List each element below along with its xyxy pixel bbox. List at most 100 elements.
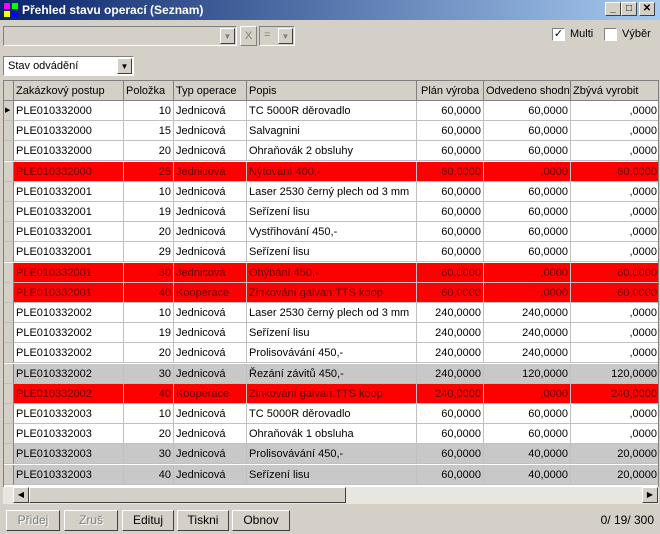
table-row[interactable]: PLE010332001 10 Jednicová Laser 2530 černý … — [4, 181, 658, 202]
cell-zakazkovy-postup[interactable]: PLE010332002 — [14, 363, 124, 384]
cell-polozka[interactable]: 20 — [124, 424, 174, 445]
cell-popis[interactable]: Ohýbání 450,- — [247, 262, 417, 283]
row-indicator[interactable] — [4, 282, 14, 303]
cell-popis[interactable]: Zinkování galvan.TTS koop — [247, 282, 417, 303]
cell-popis[interactable]: Ohraňovák 2 obsluhy — [247, 141, 417, 162]
row-indicator[interactable] — [4, 222, 14, 243]
title-bar[interactable]: Přehled stavu operací (Seznam) _ □ ✕ — [0, 0, 660, 20]
cell-plan-vyroba[interactable]: 60,0000 — [417, 202, 484, 222]
cell-zbyva-vyrobit[interactable]: ,0000 — [571, 242, 658, 263]
edit-button[interactable]: Edituj — [122, 510, 174, 531]
row-indicator[interactable] — [4, 383, 14, 404]
cell-polozka[interactable]: 40 — [124, 383, 174, 404]
row-indicator[interactable] — [4, 424, 14, 445]
cell-zbyva-vyrobit[interactable]: 60,0000 — [571, 262, 658, 283]
cell-zbyva-vyrobit[interactable]: ,0000 — [571, 101, 658, 121]
table-row[interactable]: PLE010332002 19 Jednicová Seřízení lisu 240,… — [4, 323, 658, 344]
table-row[interactable]: PLE010332001 19 Jednicová Seřízení lisu 60,0… — [4, 202, 658, 222]
chevron-down-icon[interactable]: ▼ — [278, 28, 293, 44]
cell-plan-vyroba[interactable]: 60,0000 — [417, 444, 484, 465]
cell-zbyva-vyrobit[interactable]: ,0000 — [571, 404, 658, 424]
cell-odvedeno-shodn[interactable]: 240,0000 — [484, 303, 571, 323]
cell-typ-operace[interactable]: Jednicová — [174, 303, 247, 323]
cell-polozka[interactable]: 10 — [124, 404, 174, 424]
cell-typ-operace[interactable]: Jednicová — [174, 161, 247, 182]
cell-typ-operace[interactable]: Jednicová — [174, 101, 247, 121]
filter-field-combo[interactable]: ▼ — [3, 26, 237, 46]
cell-zakazkovy-postup[interactable]: PLE010332001 — [14, 202, 124, 222]
cell-typ-operace[interactable]: Jednicová — [174, 444, 247, 465]
row-indicator[interactable] — [4, 161, 14, 182]
cell-plan-vyroba[interactable]: 60,0000 — [417, 121, 484, 142]
cell-plan-vyroba[interactable]: 60,0000 — [417, 161, 484, 182]
cell-popis[interactable]: Prolisovávání 450,- — [247, 343, 417, 364]
stav-combo[interactable]: Stav odvádění ▼ — [3, 56, 134, 76]
cell-zbyva-vyrobit[interactable]: ,0000 — [571, 303, 658, 323]
table-row[interactable]: PLE010332003 40 Jednicová Seřízení lisu 60,0… — [4, 464, 658, 485]
row-indicator[interactable] — [4, 343, 14, 364]
cell-typ-operace[interactable]: Jednicová — [174, 181, 247, 202]
cell-typ-operace[interactable]: Jednicová — [174, 262, 247, 283]
row-indicator[interactable] — [4, 121, 14, 142]
cell-polozka[interactable]: 19 — [124, 202, 174, 222]
header-zakazkovy-postup[interactable]: Zakázkový postup — [14, 81, 124, 101]
cell-odvedeno-shodn[interactable]: 60,0000 — [484, 101, 571, 121]
cell-odvedeno-shodn[interactable]: 40,0000 — [484, 444, 571, 465]
cell-plan-vyroba[interactable]: 60,0000 — [417, 404, 484, 424]
cell-zbyva-vyrobit[interactable]: ,0000 — [571, 141, 658, 162]
cell-plan-vyroba[interactable]: 240,0000 — [417, 323, 484, 344]
cell-odvedeno-shodn[interactable]: 60,0000 — [484, 181, 571, 202]
row-indicator[interactable] — [4, 181, 14, 202]
cell-polozka[interactable]: 30 — [124, 262, 174, 283]
operator-combo[interactable]: = ▼ — [259, 26, 295, 46]
cell-popis[interactable]: Vystřihování 450,- — [247, 222, 417, 243]
table-row[interactable]: PLE010332003 10 Jednicová TC 5000R děrovadl… — [4, 404, 658, 424]
cell-popis[interactable]: Ohraňovák 1 obsluha — [247, 424, 417, 445]
cell-odvedeno-shodn[interactable]: 60,0000 — [484, 222, 571, 243]
cell-polozka[interactable]: 40 — [124, 464, 174, 485]
cell-odvedeno-shodn[interactable]: ,0000 — [484, 282, 571, 303]
row-indicator[interactable] — [4, 202, 14, 222]
cell-plan-vyroba[interactable]: 60,0000 — [417, 181, 484, 202]
cell-zbyva-vyrobit[interactable]: ,0000 — [571, 424, 658, 445]
cell-zakazkovy-postup[interactable]: PLE010332003 — [14, 424, 124, 445]
cell-plan-vyroba[interactable]: 240,0000 — [417, 343, 484, 364]
cell-polozka[interactable]: 30 — [124, 363, 174, 384]
clear-filter-button[interactable]: X — [240, 26, 257, 46]
cell-typ-operace[interactable]: Jednicová — [174, 343, 247, 364]
row-indicator[interactable] — [4, 242, 14, 263]
table-row[interactable]: ▶ PLE010332000 10 Jednicová TC 5000R děrovad… — [4, 101, 658, 121]
header-plan-vyroba[interactable]: Plán výroba — [417, 81, 484, 101]
cell-odvedeno-shodn[interactable]: 60,0000 — [484, 242, 571, 263]
cell-typ-operace[interactable]: Kooperace — [174, 383, 247, 404]
cell-typ-operace[interactable]: Jednicová — [174, 464, 247, 485]
cell-zakazkovy-postup[interactable]: PLE010332003 — [14, 464, 124, 485]
table-row[interactable]: PLE010332001 29 Jednicová Seřízení lisu 60,0… — [4, 242, 658, 263]
cell-zakazkovy-postup[interactable]: PLE010332000 — [14, 141, 124, 162]
cell-typ-operace[interactable]: Jednicová — [174, 141, 247, 162]
table-row[interactable]: PLE010332000 20 Jednicová Ohraňovák 2 obslu… — [4, 141, 658, 162]
cell-plan-vyroba[interactable]: 240,0000 — [417, 383, 484, 404]
cell-popis[interactable]: TC 5000R děrovadlo — [247, 404, 417, 424]
cell-polozka[interactable]: 20 — [124, 222, 174, 243]
cell-plan-vyroba[interactable]: 60,0000 — [417, 101, 484, 121]
cell-polozka[interactable]: 19 — [124, 323, 174, 344]
table-row[interactable]: PLE010332001 20 Jednicová Vystřihování 450,… — [4, 222, 658, 243]
cell-plan-vyroba[interactable]: 60,0000 — [417, 262, 484, 283]
table-row[interactable]: PLE010332002 40 Kooperace Zinkování galvan.… — [4, 383, 658, 404]
table-row[interactable]: PLE010332001 30 Jednicová Ohýbání 450,- 60,0… — [4, 262, 658, 283]
minimize-button[interactable]: _ — [605, 2, 621, 16]
refresh-button[interactable]: Obnov — [232, 510, 290, 531]
cell-plan-vyroba[interactable]: 60,0000 — [417, 141, 484, 162]
cell-zbyva-vyrobit[interactable]: 20,0000 — [571, 444, 658, 465]
cell-typ-operace[interactable]: Jednicová — [174, 242, 247, 263]
cell-typ-operace[interactable]: Kooperace — [174, 282, 247, 303]
cell-plan-vyroba[interactable]: 60,0000 — [417, 242, 484, 263]
cell-odvedeno-shodn[interactable]: 240,0000 — [484, 323, 571, 344]
cell-plan-vyroba[interactable]: 240,0000 — [417, 363, 484, 384]
cell-typ-operace[interactable]: Jednicová — [174, 404, 247, 424]
cell-odvedeno-shodn[interactable]: 60,0000 — [484, 404, 571, 424]
cell-polozka[interactable]: 20 — [124, 343, 174, 364]
header-zbyva-vyrobit[interactable]: Zbývá vyrobit — [571, 81, 658, 101]
cell-popis[interactable]: Řezání závitů 450,- — [247, 363, 417, 384]
